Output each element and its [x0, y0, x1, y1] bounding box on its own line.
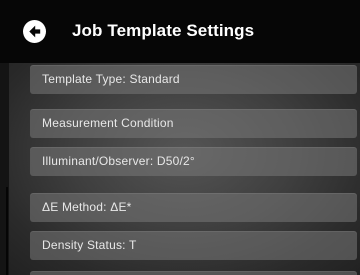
illuminant-observer-item[interactable]: Illuminant/Observer: D50/2°: [30, 147, 357, 176]
template-type-item[interactable]: Template Type: Standard: [30, 65, 357, 94]
list-item-label: Density Status: T: [42, 238, 137, 252]
density-status-item[interactable]: Density Status: T: [30, 231, 357, 260]
settings-list: Template Type: Standard Measurement Cond…: [9, 63, 360, 275]
header-bar: Job Template Settings: [0, 0, 360, 63]
delta-e-method-item[interactable]: ΔE Method: ΔE*: [30, 193, 357, 222]
list-item-label: Measurement Condition: [42, 116, 174, 130]
back-arrow-circle-icon: [23, 20, 46, 43]
measurement-condition-item[interactable]: Measurement Condition: [30, 109, 357, 138]
list-item-label: Illuminant/Observer: D50/2°: [42, 154, 195, 168]
next-item-partial[interactable]: [30, 271, 357, 275]
list-item-label: Template Type: Standard: [42, 72, 180, 86]
back-button[interactable]: [23, 20, 46, 43]
list-item-label: ΔE Method: ΔE*: [42, 200, 132, 214]
page-title: Job Template Settings: [72, 21, 255, 40]
scroll-indicator: [6, 187, 8, 275]
